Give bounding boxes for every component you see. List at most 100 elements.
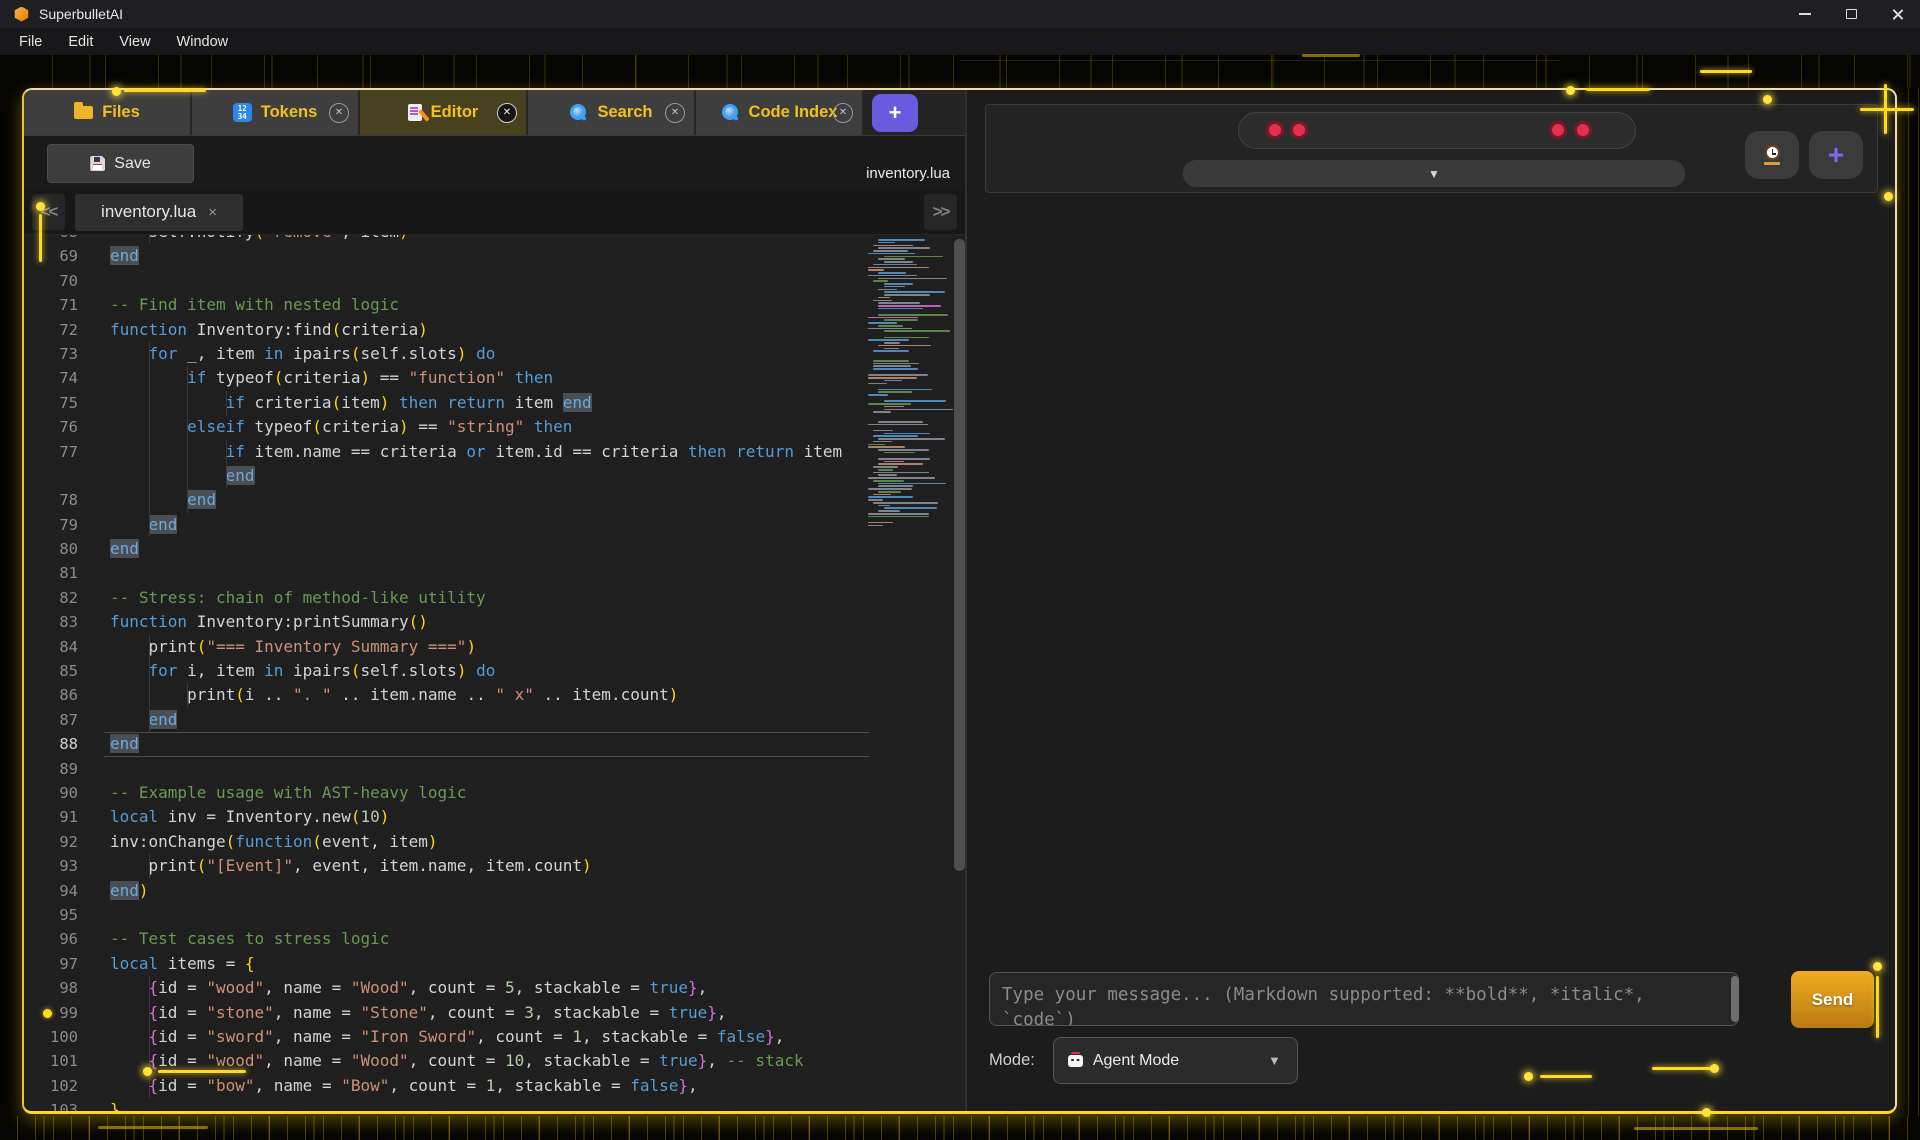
minimap-line [873, 360, 909, 362]
tab-close-icon[interactable]: ✕ [665, 103, 685, 123]
code-line-93: 93 print("[Event]", event, item.name, it… [24, 854, 965, 878]
file-tab-close-icon[interactable]: × [208, 204, 217, 221]
message-input[interactable] [989, 972, 1739, 1026]
glow-dot [112, 87, 121, 96]
red-circle-icon[interactable] [1549, 121, 1567, 139]
minimap-line [868, 522, 893, 524]
line-content: print("[Event]", event, item.name, item.… [110, 854, 965, 878]
tab-search[interactable]: Search ✕ [528, 90, 696, 135]
file-tabs-prev-button[interactable]: << [32, 194, 65, 230]
minimize-button[interactable] [1782, 0, 1828, 28]
line-number: 91 [24, 805, 100, 829]
minimap-line [878, 505, 890, 507]
tab-files[interactable]: Files [24, 90, 192, 135]
code-line-73: 73 for _, item in ipairs(self.slots) do [24, 342, 965, 366]
chat-tab-pill[interactable] [1238, 112, 1636, 149]
glow-dot [1710, 1064, 1719, 1073]
line-content: function Inventory:find(criteria) [110, 318, 965, 342]
glow-line [1302, 54, 1360, 57]
history-clock-button[interactable] [1745, 131, 1799, 179]
close-button[interactable] [1874, 0, 1920, 28]
file-tabs-next-button[interactable]: >> [924, 194, 957, 230]
tab-close-icon[interactable]: ✕ [329, 103, 349, 123]
line-content: elseif typeof(criteria) == "string" then [110, 415, 965, 439]
send-button[interactable]: Send [1791, 971, 1874, 1028]
glow-dot [1884, 192, 1893, 201]
line-number: 80 [24, 537, 100, 561]
line-content: end [110, 537, 965, 561]
minimap-line [873, 365, 911, 367]
clock-icon [1765, 145, 1780, 160]
tab-close-icon[interactable]: ✕ [497, 103, 517, 123]
minimap-line [878, 247, 930, 249]
editor-scrollbar[interactable] [954, 239, 965, 871]
line-content: self:notify("remove", item) [110, 235, 965, 244]
menu-item-window[interactable]: Window [164, 28, 242, 55]
line-number: 99 [24, 1001, 100, 1025]
minimap-line [878, 258, 905, 260]
line-content: inv:onChange(function(event, item) [110, 830, 965, 854]
line-number: 69 [24, 244, 100, 268]
file-tab-inventory[interactable]: inventory.lua × [75, 194, 243, 231]
glow-dot [36, 202, 45, 211]
minimap-line [868, 403, 911, 405]
code-line-77: 77 if item.name == criteria or item.id =… [24, 440, 965, 464]
line-number: 76 [24, 415, 100, 439]
menu-item-view[interactable]: View [106, 28, 163, 55]
minimap-line [873, 494, 891, 496]
search-icon [721, 103, 740, 122]
minimap-line [878, 305, 941, 307]
tab-code-index[interactable]: Code Index✕ [696, 90, 864, 135]
chat-dropdown-pill[interactable]: ▼ [1183, 160, 1685, 187]
menu-item-file[interactable]: File [6, 28, 55, 55]
save-button[interactable]: Save [47, 144, 194, 183]
minimap[interactable] [868, 239, 952, 529]
line-content: {id = "wood", name = "Wood", count = 5, … [110, 976, 965, 1000]
code-line-79: 79 end [24, 513, 965, 537]
minimap-line [868, 499, 883, 501]
new-chat-button[interactable]: + [1809, 131, 1863, 179]
minimap-line [884, 406, 904, 408]
red-circle-icon[interactable] [1266, 121, 1284, 139]
line-content: print(i .. ". " .. item.name .. " x" .. … [110, 683, 965, 707]
red-circle-icon[interactable] [1290, 121, 1308, 139]
line-content: end [110, 244, 965, 268]
line-number: 90 [24, 781, 100, 805]
tab-editor[interactable]: Editor✕ [360, 90, 528, 135]
minimap-line [878, 485, 913, 487]
red-circle-icon[interactable] [1574, 121, 1592, 139]
line-number: 82 [24, 586, 100, 610]
minimap-line [873, 466, 898, 468]
minimap-line [878, 438, 945, 440]
code-line-86: 86 print(i .. ". " .. item.name .. " x" … [24, 683, 965, 707]
minimap-line [868, 377, 917, 379]
line-number: 79 [24, 513, 100, 537]
minimap-line [878, 389, 932, 391]
line-number: 96 [24, 927, 100, 951]
code-editor[interactable]: 68 self:notify("remove", item)69end7071-… [24, 235, 965, 1111]
breakpoint-icon[interactable] [43, 1009, 52, 1018]
add-tab-button[interactable]: + [872, 94, 918, 132]
message-input-scrollbar[interactable] [1731, 976, 1739, 1022]
app-title: SuperbulletAI [39, 6, 123, 22]
line-content: for _, item in ipairs(self.slots) do [110, 342, 965, 366]
glow-line [1540, 1075, 1592, 1078]
menu-item-edit[interactable]: Edit [55, 28, 106, 55]
code-line-96: 96-- Test cases to stress logic [24, 927, 965, 951]
tab-label: Search [597, 103, 652, 122]
line-number: 83 [24, 610, 100, 634]
glow-line [98, 1126, 208, 1129]
code-line-84: 84 print("=== Inventory Summary ===") [24, 635, 965, 659]
code-line-76: 76 elseif typeof(criteria) == "string" t… [24, 415, 965, 439]
tab-label: Files [102, 103, 140, 122]
line-content: -- Find item with nested logic [110, 293, 965, 317]
maximize-button[interactable] [1828, 0, 1874, 28]
window-controls [1782, 0, 1920, 28]
mode-dropdown[interactable]: Agent Mode ▼ [1053, 1037, 1298, 1084]
glow-line [1634, 1127, 1758, 1130]
minimap-line [878, 325, 903, 327]
minimap-line [868, 374, 928, 376]
line-content: if criteria(item) then return item end [110, 391, 965, 415]
tab-tokens[interactable]: 1234Tokens✕ [192, 90, 360, 135]
tab-close-icon[interactable]: ✕ [833, 103, 853, 123]
